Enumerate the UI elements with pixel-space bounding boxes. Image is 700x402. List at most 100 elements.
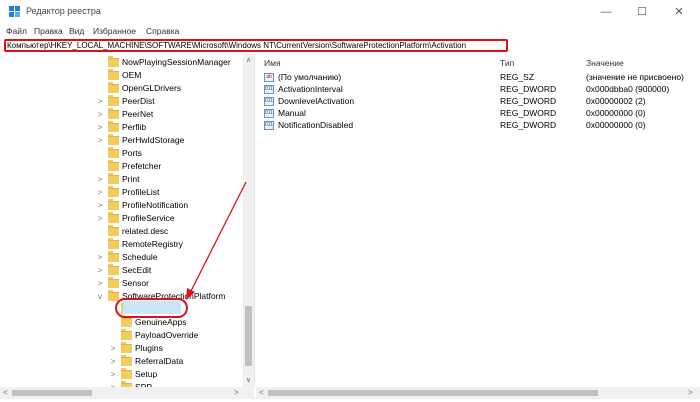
binary-value-icon: 011: [264, 109, 274, 118]
tree-item-label: Schedule: [122, 252, 158, 262]
menu-help[interactable]: Справка: [146, 26, 179, 36]
tree-item-label: OpenGLDrivers: [122, 83, 182, 93]
column-name[interactable]: Имя: [264, 58, 281, 68]
folder-icon: [108, 264, 119, 275]
expand-chevron-icon[interactable]: >: [95, 212, 105, 225]
tree-hscroll-thumb[interactable]: [12, 390, 92, 396]
folder-icon: [121, 355, 132, 366]
address-path[interactable]: Компьютер\HKEY_LOCAL_MACHINE\SOFTWARE\Mi…: [7, 41, 466, 50]
menu-file[interactable]: Файл: [6, 26, 27, 36]
expand-chevron-icon[interactable]: >: [95, 277, 105, 290]
tree-horizontal-scrollbar[interactable]: < >: [0, 387, 254, 399]
menu-edit[interactable]: Правка: [34, 26, 63, 36]
close-button[interactable]: ✕: [664, 3, 694, 21]
value-name: DownlevelActivation: [278, 96, 355, 106]
folder-icon: [108, 56, 119, 67]
expand-chevron-icon[interactable]: >: [95, 264, 105, 277]
values-hscroll-thumb[interactable]: [268, 390, 598, 396]
tree-item-label: Sensor: [122, 278, 149, 288]
expand-chevron-icon[interactable]: >: [108, 355, 118, 368]
expand-chevron-icon[interactable]: >: [95, 134, 105, 147]
folder-icon: [108, 134, 119, 145]
maximize-button[interactable]: ☐: [627, 3, 657, 21]
expand-chevron-icon[interactable]: >: [95, 121, 105, 134]
value-data: (значение не присвоено): [586, 72, 684, 82]
values-scroll-right-icon[interactable]: >: [688, 387, 693, 399]
column-value[interactable]: Значение: [586, 58, 624, 68]
folder-icon: [108, 95, 119, 106]
expand-chevron-icon[interactable]: >: [95, 199, 105, 212]
folder-icon: [108, 173, 119, 184]
folder-icon: [121, 329, 132, 340]
values-scroll-left-icon[interactable]: <: [259, 387, 264, 399]
tree-item-label: ProfileNotification: [122, 200, 189, 210]
tree-vertical-scrollbar[interactable]: ∧ ∨: [243, 54, 254, 387]
folder-icon: [108, 238, 119, 249]
value-data: 0x00000002 (2): [586, 96, 646, 106]
expand-chevron-icon[interactable]: >: [95, 173, 105, 186]
expand-chevron-icon[interactable]: >: [95, 186, 105, 199]
string-value-icon: ab: [264, 73, 274, 82]
column-type[interactable]: Тип: [500, 58, 514, 68]
value-name: (По умолчанию): [278, 72, 342, 82]
tree-item-label: ProfileList: [122, 187, 160, 197]
value-type: REG_DWORD: [500, 108, 557, 118]
value-name: NotificationDisabled: [278, 120, 354, 130]
minimize-button[interactable]: —: [591, 3, 621, 21]
activation-highlight-oval: [115, 298, 188, 318]
folder-icon: [108, 147, 119, 158]
scroll-up-icon[interactable]: ∧: [243, 56, 254, 64]
value-type: REG_DWORD: [500, 84, 557, 94]
binary-value-icon: 011: [264, 97, 274, 106]
tree-item-label: PerHwIdStorage: [122, 135, 185, 145]
binary-value-icon: 011: [264, 85, 274, 94]
folder-icon: [108, 186, 119, 197]
expand-chevron-icon[interactable]: >: [95, 251, 105, 264]
menu-favorites[interactable]: Избранное: [93, 26, 136, 36]
menu-view[interactable]: Вид: [69, 26, 84, 36]
scroll-down-icon[interactable]: ∨: [243, 376, 254, 384]
tree-item-label: PeerNet: [122, 109, 154, 119]
folder-icon: [108, 69, 119, 80]
value-data: 0x000dbba0 (900000): [586, 84, 670, 94]
expand-chevron-icon[interactable]: >: [95, 108, 105, 121]
tree-item-label: ProfileService: [122, 213, 175, 223]
tree-scroll-thumb[interactable]: [245, 306, 252, 366]
tree-scroll-right-icon[interactable]: >: [234, 387, 239, 399]
tree-scroll-left-icon[interactable]: <: [3, 387, 8, 399]
address-bar[interactable]: Компьютер\HKEY_LOCAL_MACHINE\SOFTWARE\Mi…: [0, 38, 700, 54]
value-type: REG_DWORD: [500, 96, 557, 106]
window-title: Редактор реестра: [26, 6, 101, 16]
tree-item-label: ReferralData: [135, 356, 184, 366]
tree-item-label: RemoteRegistry: [122, 239, 183, 249]
folder-icon: [108, 251, 119, 262]
tree-item-label: Prefetcher: [122, 161, 162, 171]
folder-icon: [121, 368, 132, 379]
tree-item-label: NowPlayingSessionManager: [122, 57, 231, 67]
expand-chevron-icon[interactable]: v: [95, 290, 105, 303]
folder-icon: [121, 342, 132, 353]
folder-icon: [108, 225, 119, 236]
value-name: ActivationInterval: [278, 84, 343, 94]
folder-icon: [108, 199, 119, 210]
key-tree[interactable]: NowPlayingSessionManager OEM OpenGLDrivers…: [0, 54, 255, 387]
value-row[interactable]: 011 NotificationDisabled REG_DWORD 0x000000…: [256, 119, 700, 132]
menu-bar: Файл Правка Вид Избранное Справка: [0, 24, 700, 38]
binary-value-icon: 011: [264, 121, 274, 130]
tree-item-label: related.desc: [122, 226, 169, 236]
tree-item-label: Plugins: [135, 343, 163, 353]
tree-item-label: Print: [122, 174, 140, 184]
tree-item-label: PeerDist: [122, 96, 155, 106]
expand-chevron-icon[interactable]: >: [108, 342, 118, 355]
expand-chevron-icon[interactable]: >: [108, 368, 118, 381]
registry-editor-icon: [9, 6, 21, 17]
folder-icon: [108, 212, 119, 223]
value-type: REG_DWORD: [500, 120, 557, 130]
folder-icon: [121, 316, 132, 327]
values-horizontal-scrollbar[interactable]: < >: [256, 387, 700, 399]
tree-item-label: Ports: [122, 148, 142, 158]
values-list[interactable]: Имя Тип Значение ab (По умолчанию) REG_SZ (…: [256, 54, 700, 387]
folder-icon: [108, 121, 119, 132]
expand-chevron-icon[interactable]: >: [95, 95, 105, 108]
tree-item-label: PayloadOverride: [135, 330, 199, 340]
